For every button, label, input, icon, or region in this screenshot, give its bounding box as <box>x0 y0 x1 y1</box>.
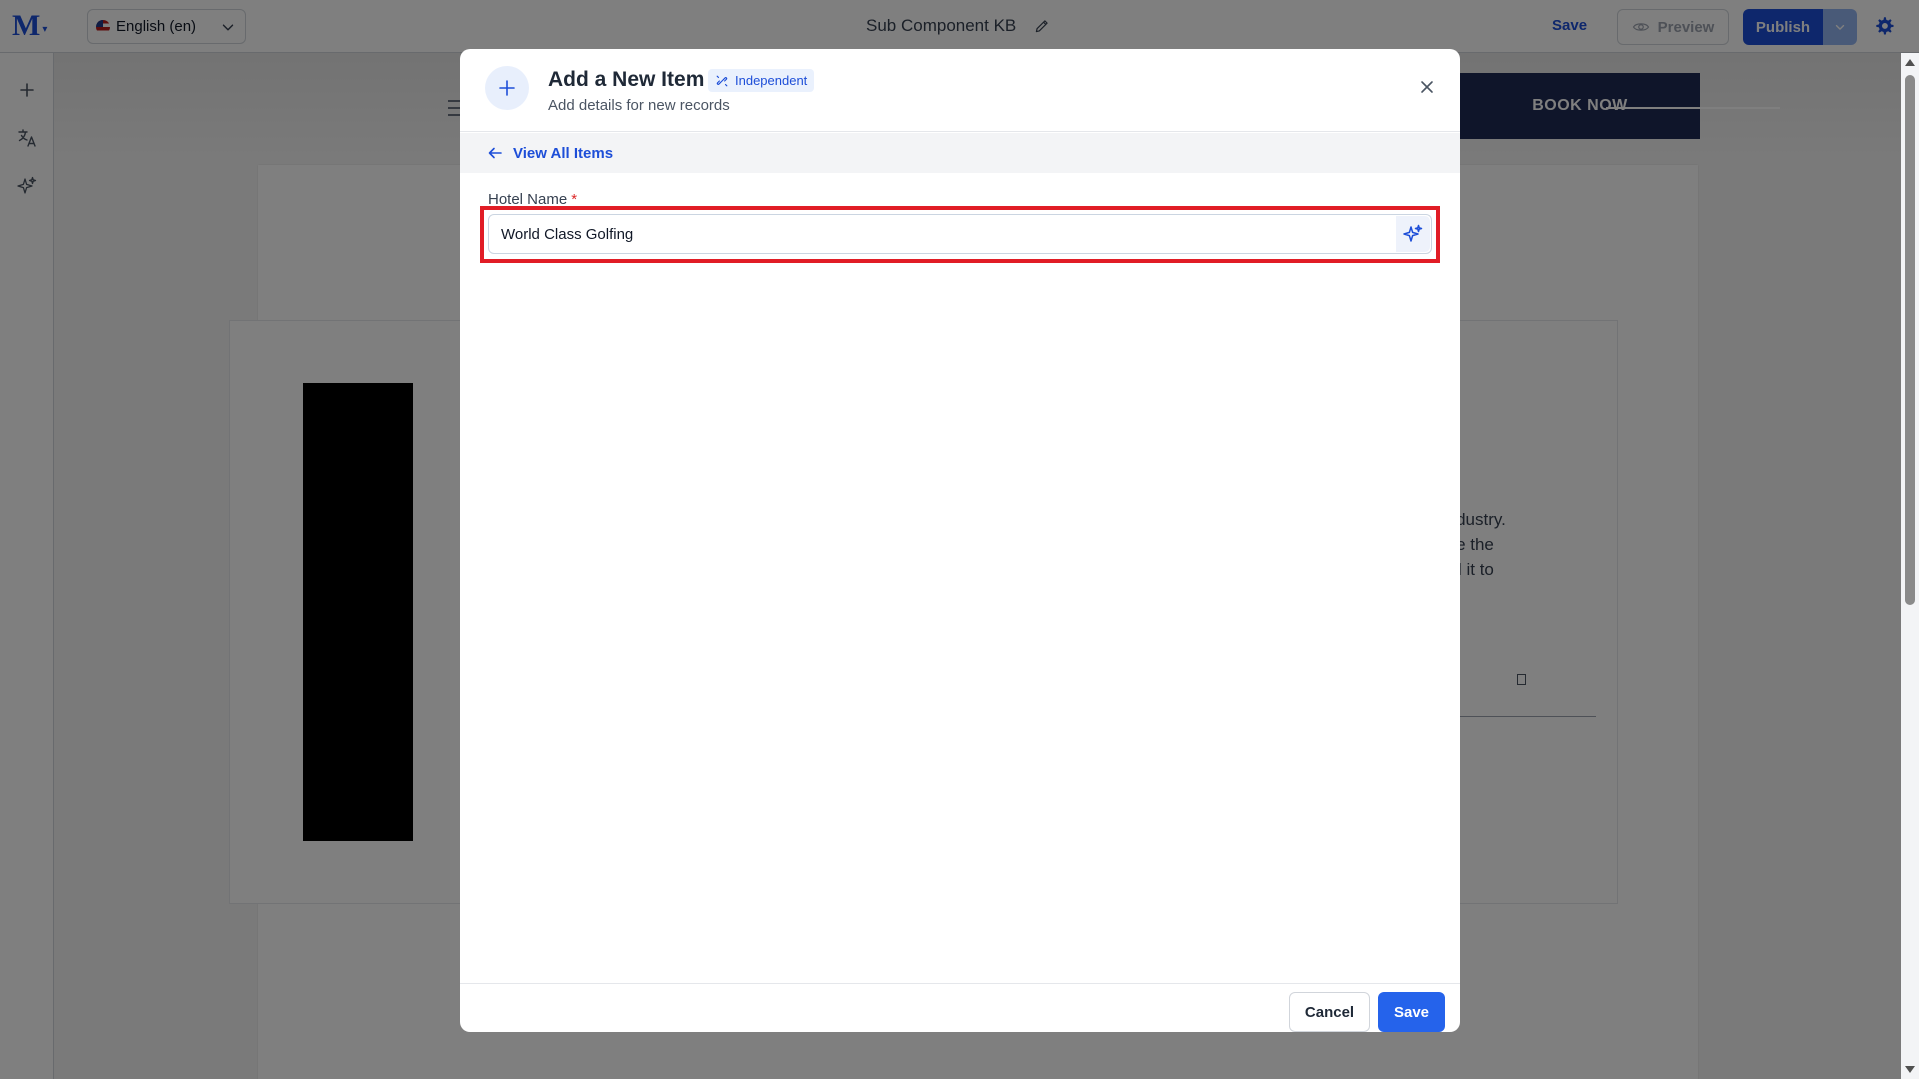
modal-title: Add a New Item <box>548 68 705 91</box>
add-item-modal: Add a New Item Independent Add details f… <box>460 49 1460 1032</box>
hotel-name-input[interactable]: World Class Golfing <box>488 214 1432 254</box>
save-button[interactable]: Save <box>1378 992 1445 1032</box>
sparkle-icon <box>1403 224 1423 242</box>
independent-badge: Independent <box>708 69 815 92</box>
ai-generate-button[interactable] <box>1396 216 1430 252</box>
view-all-items-label: View All Items <box>513 144 614 162</box>
vertical-scrollbar[interactable] <box>1901 53 1919 1079</box>
close-icon[interactable] <box>1417 77 1437 97</box>
view-all-items-link[interactable]: View All Items <box>460 133 1460 173</box>
modal-subtitle: Add details for new records <box>548 97 730 114</box>
arrow-left-icon <box>488 147 502 159</box>
scroll-down-arrow-icon[interactable] <box>1905 1066 1915 1073</box>
scrollbar-thumb[interactable] <box>1905 75 1915 605</box>
plus-icon <box>499 80 515 96</box>
scroll-up-arrow-icon[interactable] <box>1905 59 1915 66</box>
badge-label: Independent <box>735 73 808 88</box>
unlink-icon <box>716 75 728 86</box>
modal-header: Add a New Item Independent Add details f… <box>460 49 1460 132</box>
modal-footer: Cancel Save <box>460 983 1460 1032</box>
add-item-icon <box>485 66 529 110</box>
hotel-name-value: World Class Golfing <box>501 225 634 243</box>
cancel-button[interactable]: Cancel <box>1289 992 1370 1032</box>
